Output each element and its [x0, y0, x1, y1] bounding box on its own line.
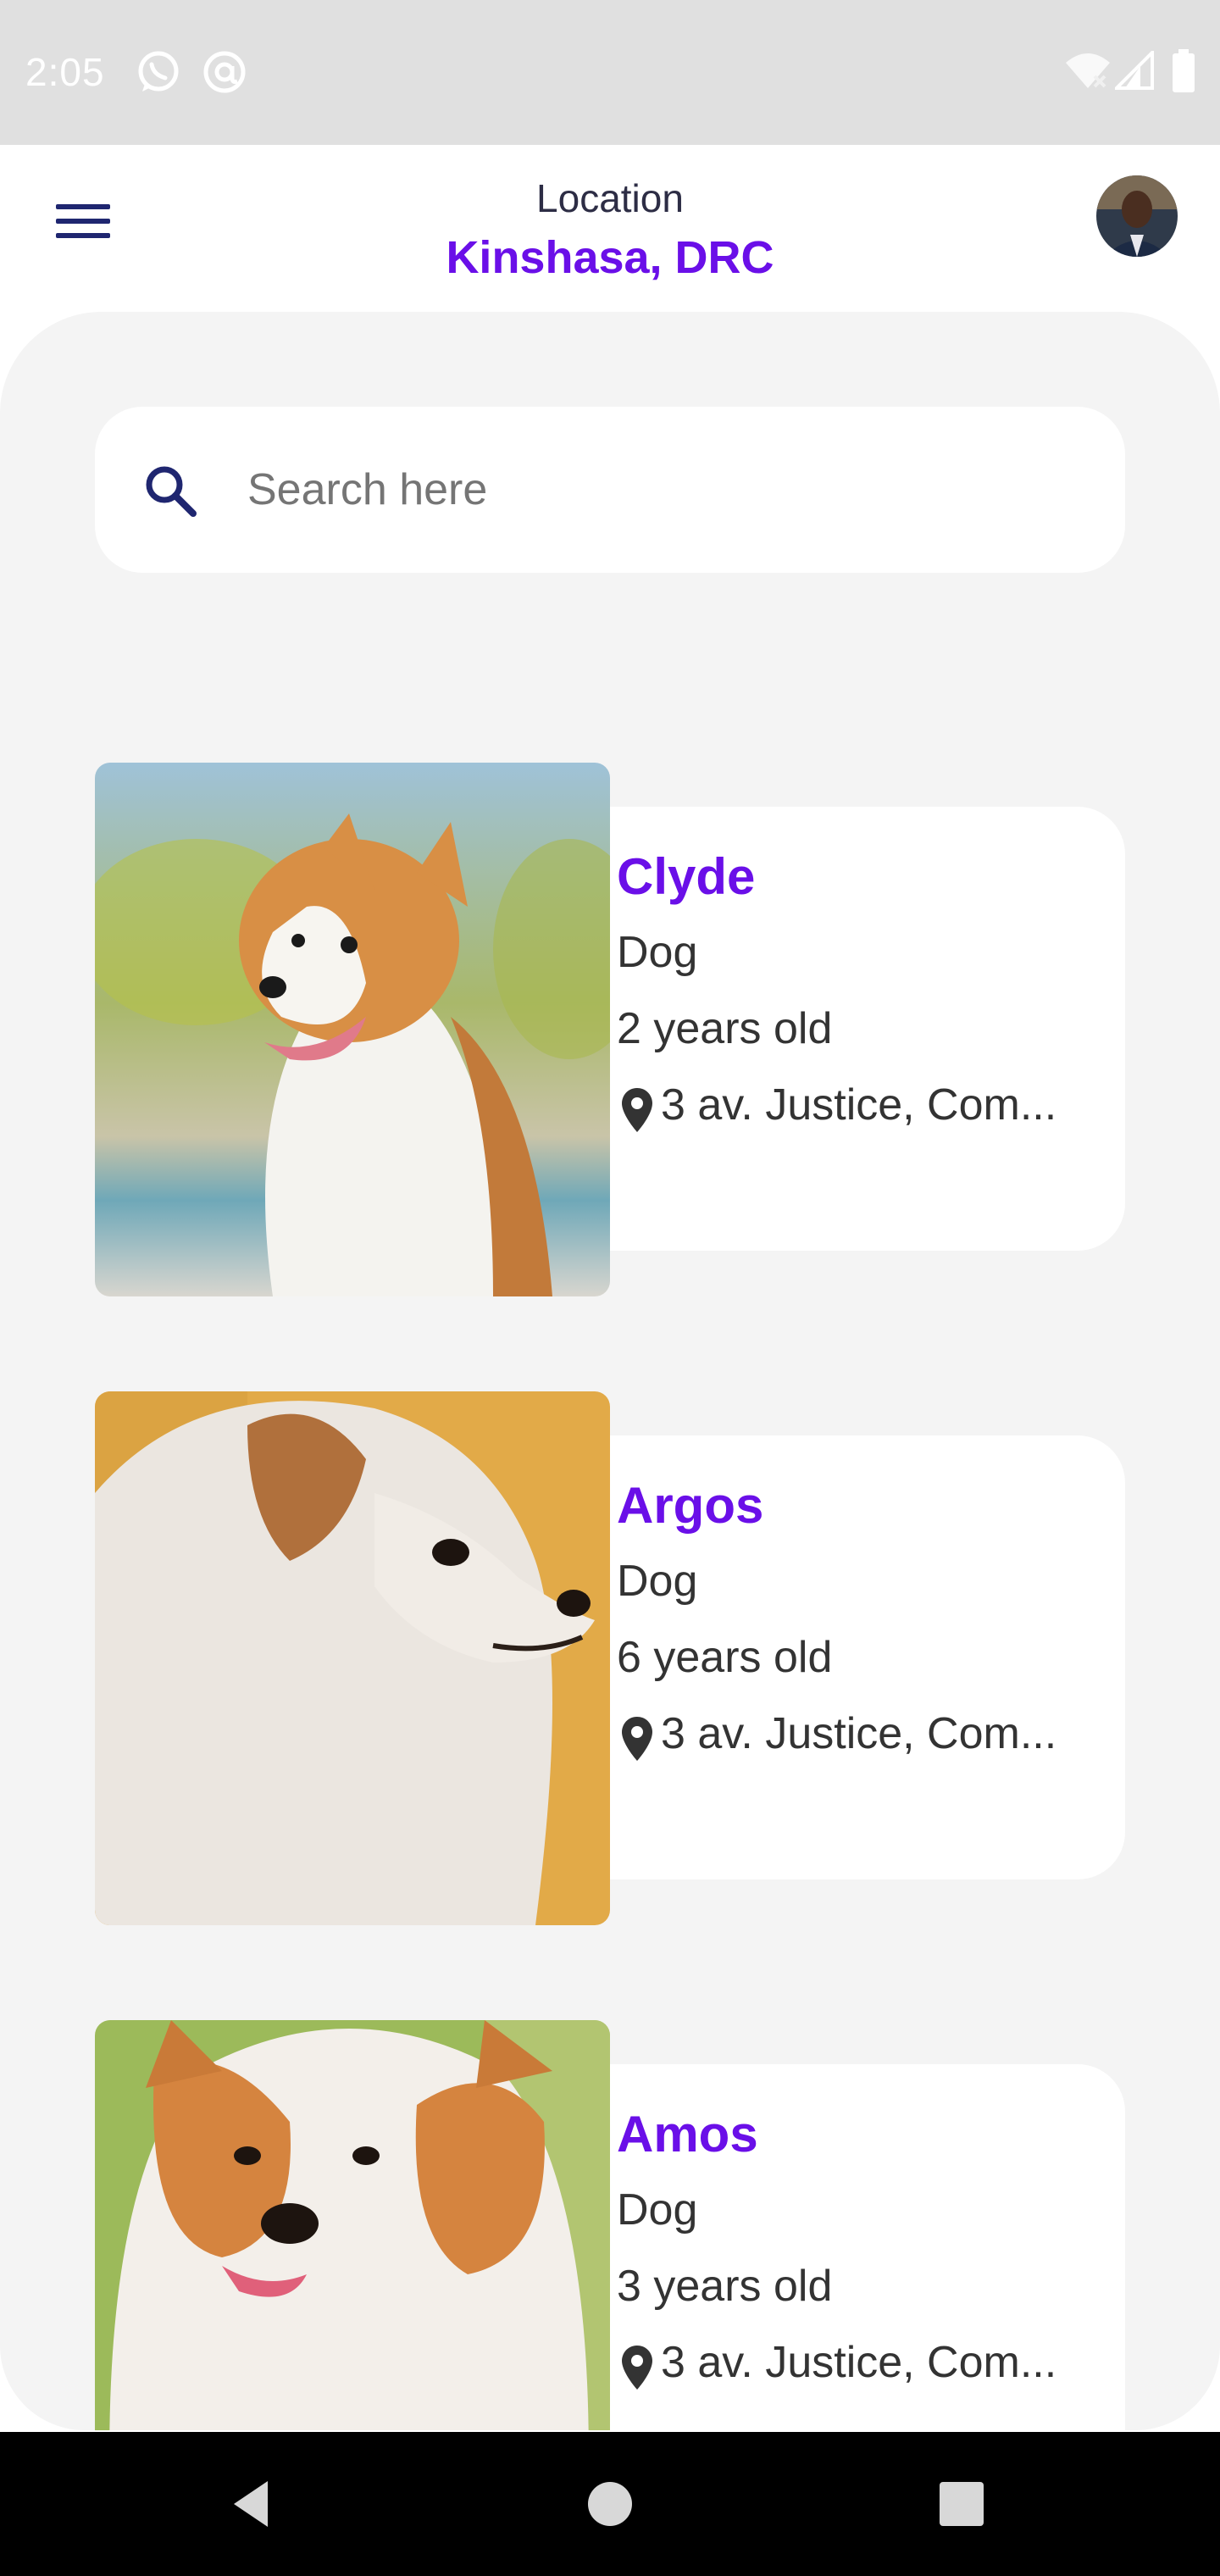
pet-name: Amos: [617, 2106, 758, 2162]
at-sign-icon: [203, 51, 246, 93]
pet-photo: [95, 763, 610, 1296]
pet-info: Amos Dog 3 years old 3 av. Justice, Com.…: [569, 2064, 1125, 2430]
pet-name: Argos: [617, 1477, 764, 1534]
pet-address: 3 av. Justice, Com...: [661, 2338, 1057, 2387]
status-time: 2:05: [25, 50, 105, 94]
pet-photo: [95, 2020, 610, 2430]
pet-age: 2 years old: [617, 1004, 833, 1053]
user-avatar[interactable]: [1096, 175, 1178, 257]
back-icon[interactable]: [225, 2474, 285, 2534]
pet-card-amos[interactable]: Amos Dog 3 years old 3 av. Justice, Com.…: [95, 2020, 1125, 2430]
pet-name: Clyde: [617, 848, 756, 905]
pet-info: Clyde Dog 2 years old 3 av. Justice, Com…: [569, 807, 1125, 1251]
battery-icon: [1173, 49, 1195, 92]
pet-type: Dog: [617, 2185, 698, 2235]
pet-age: 6 years old: [617, 1633, 833, 1682]
search-input[interactable]: [247, 449, 1095, 530]
recents-icon[interactable]: [932, 2474, 991, 2534]
pet-address: 3 av. Justice, Com...: [661, 1709, 1057, 1758]
pet-photo: [95, 1391, 610, 1925]
system-nav-bar: [0, 2432, 1220, 2576]
pet-age: 3 years old: [617, 2262, 833, 2311]
status-bar: 2:05: [0, 0, 1220, 145]
app-header: Location Kinshasa, DRC: [0, 145, 1220, 314]
whatsapp-icon: [138, 51, 179, 92]
search-bar[interactable]: [95, 407, 1125, 573]
wifi-off-icon: [1066, 53, 1110, 88]
pet-card-clyde[interactable]: Clyde Dog 2 years old 3 av. Justice, Com…: [95, 763, 1125, 1296]
pet-type: Dog: [617, 928, 698, 977]
pet-type: Dog: [617, 1557, 698, 1606]
search-icon: [146, 466, 197, 517]
pet-card-argos[interactable]: Argos Dog 6 years old 3 av. Justice, Com…: [95, 1391, 1125, 1925]
home-icon[interactable]: [580, 2474, 640, 2534]
signal-icon: [1115, 51, 1154, 90]
pet-address: 3 av. Justice, Com...: [661, 1080, 1057, 1130]
content-area: Clyde Dog 2 years old 3 av. Justice, Com…: [0, 312, 1220, 2430]
pet-info: Argos Dog 6 years old 3 av. Justice, Com…: [569, 1435, 1125, 1879]
location-value[interactable]: Kinshasa, DRC: [0, 231, 1220, 284]
location-label: Location: [536, 176, 684, 220]
